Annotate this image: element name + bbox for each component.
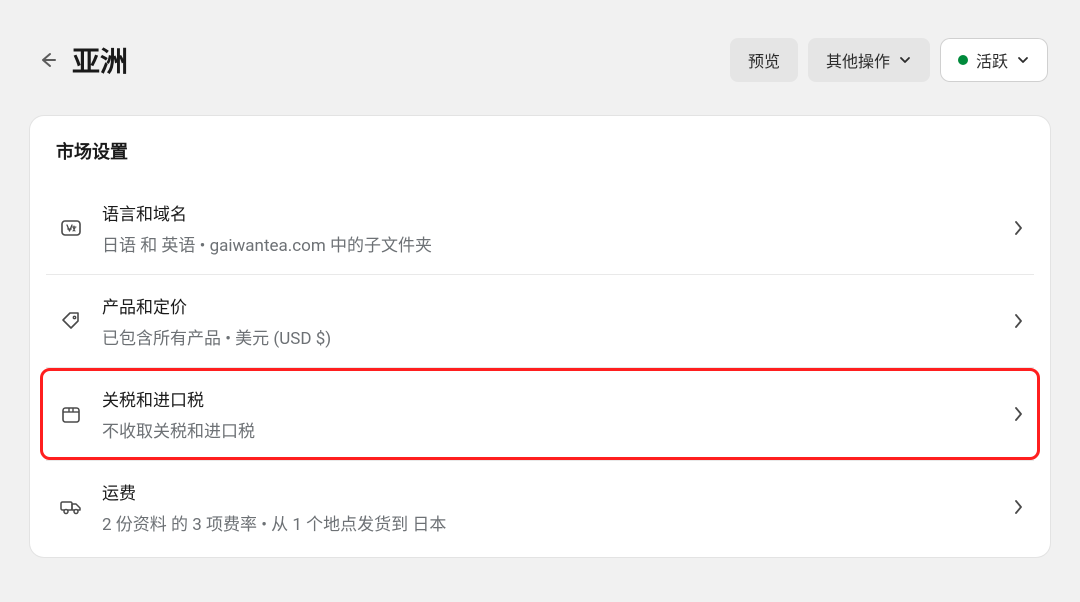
settings-item-products-pricing[interactable]: 产品和定价 已包含所有产品 • 美元 (USD $) (40, 275, 1040, 367)
item-title: 语言和域名 (102, 200, 1012, 225)
item-subtitle: 已包含所有产品 • 美元 (USD $) (102, 324, 1012, 349)
item-body: 语言和域名 日语 和 英语 • gaiwantea.com 中的子文件夹 (102, 200, 1012, 256)
settings-item-duties-taxes[interactable]: 关税和进口税 不收取关税和进口税 (40, 368, 1040, 460)
status-button[interactable]: 活跃 (940, 38, 1048, 82)
arrow-left-icon (38, 50, 58, 70)
item-title: 产品和定价 (102, 293, 1012, 318)
item-body: 产品和定价 已包含所有产品 • 美元 (USD $) (102, 293, 1012, 349)
chevron-down-icon (1016, 53, 1030, 67)
market-settings-card: 市场设置 语言和域名 日语 和 英语 • gaiwantea.com 中的子文件… (30, 116, 1050, 557)
section-title: 市场设置 (30, 138, 1050, 182)
settings-list: 语言和域名 日语 和 英语 • gaiwantea.com 中的子文件夹 产品和… (30, 182, 1050, 553)
settings-item-language-domain[interactable]: 语言和域名 日语 和 英语 • gaiwantea.com 中的子文件夹 (40, 182, 1040, 274)
status-dot-icon (958, 55, 968, 65)
package-icon (56, 399, 86, 429)
chevron-right-icon (1012, 219, 1024, 237)
item-subtitle: 不收取关税和进口税 (102, 417, 1012, 442)
item-body: 关税和进口税 不收取关税和进口税 (102, 386, 1012, 442)
price-tag-icon (56, 306, 86, 336)
page-header: 亚洲 预览 其他操作 活跃 (0, 0, 1080, 102)
back-button[interactable] (32, 44, 64, 76)
item-title: 运费 (102, 479, 1012, 504)
chevron-down-icon (898, 53, 912, 67)
item-title: 关税和进口税 (102, 386, 1012, 411)
item-body: 运费 2 份资料 的 3 项费率 • 从 1 个地点发货到 日本 (102, 479, 1012, 535)
page-title: 亚洲 (72, 40, 730, 80)
more-actions-label: 其他操作 (826, 48, 890, 72)
preview-label: 预览 (748, 48, 780, 72)
status-label: 活跃 (976, 48, 1008, 72)
preview-button[interactable]: 预览 (730, 38, 798, 82)
settings-item-shipping[interactable]: 运费 2 份资料 的 3 项费率 • 从 1 个地点发货到 日本 (40, 461, 1040, 553)
language-icon (56, 213, 86, 243)
header-actions: 预览 其他操作 活跃 (730, 38, 1048, 82)
item-subtitle: 2 份资料 的 3 项费率 • 从 1 个地点发货到 日本 (102, 510, 1012, 535)
item-subtitle: 日语 和 英语 • gaiwantea.com 中的子文件夹 (102, 231, 1012, 256)
chevron-right-icon (1012, 312, 1024, 330)
more-actions-button[interactable]: 其他操作 (808, 38, 930, 82)
chevron-right-icon (1012, 405, 1024, 423)
chevron-right-icon (1012, 498, 1024, 516)
delivery-icon (56, 492, 86, 522)
